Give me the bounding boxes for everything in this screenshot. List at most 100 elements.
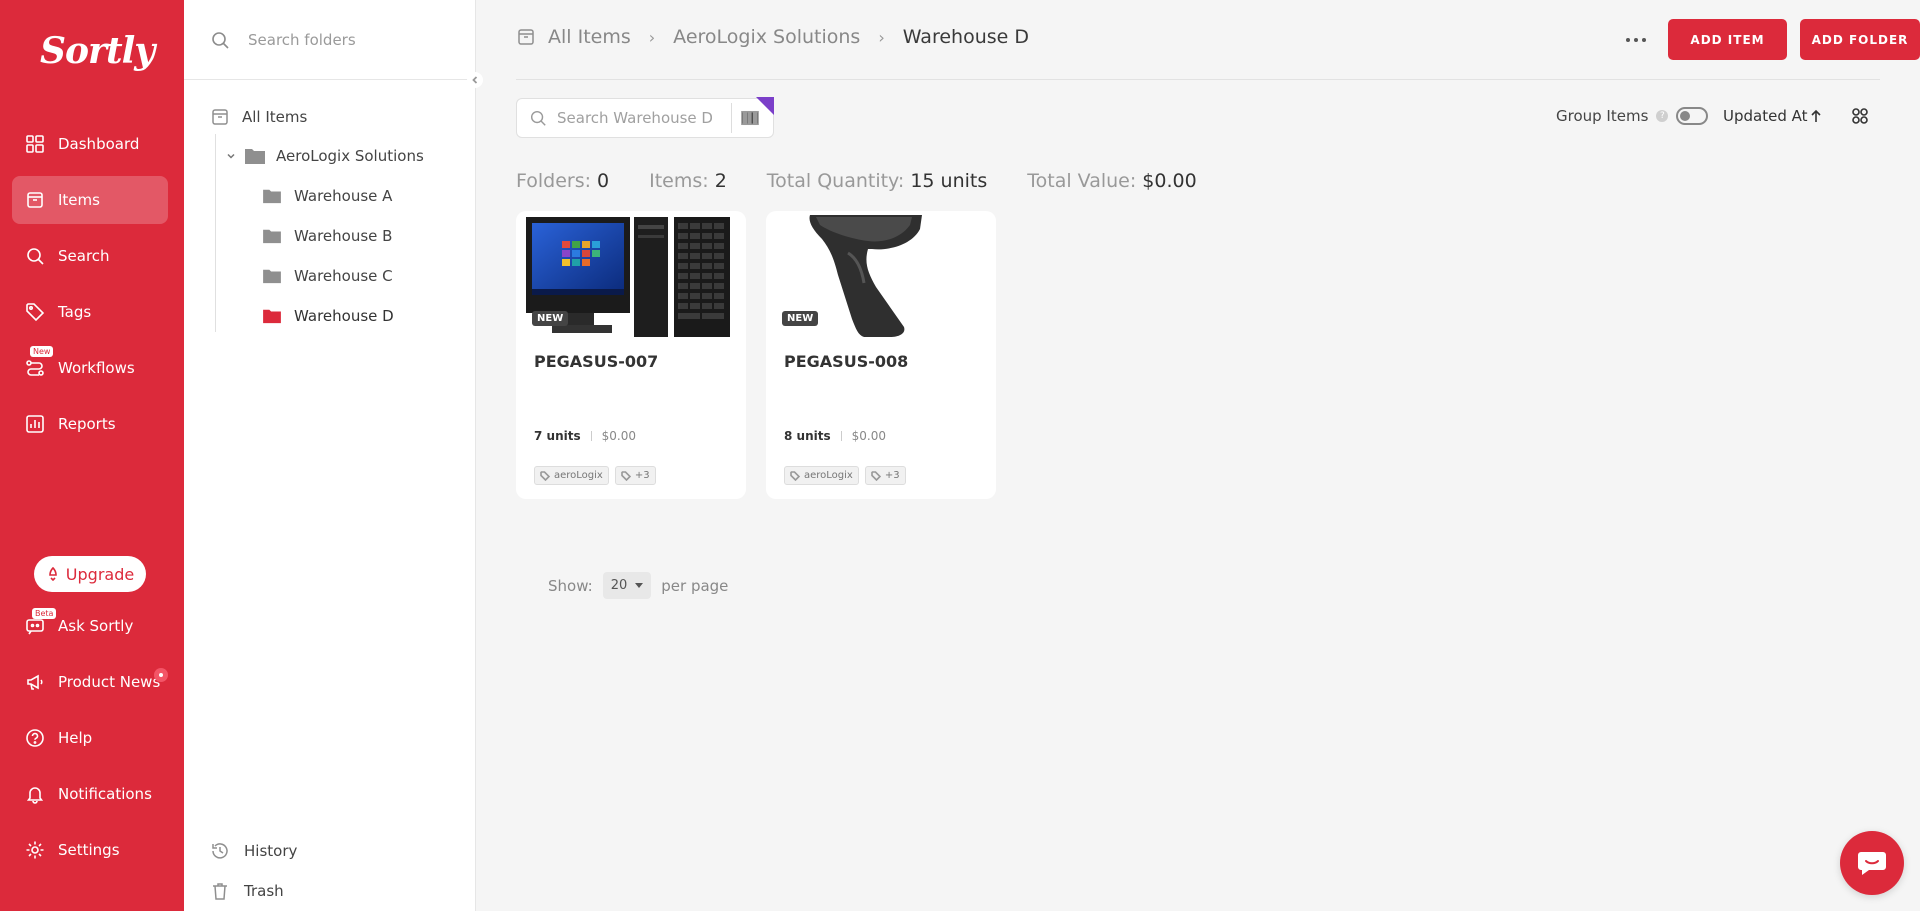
nav-label: Notifications [58,785,152,803]
history-icon [212,843,228,859]
item-meta: 8 units $0.00 [784,429,886,443]
group-items-toggle[interactable] [1676,107,1709,125]
grid-view-icon [1852,108,1868,124]
search-icon [530,110,546,126]
upgrade-corner-badge [756,97,774,115]
help-icon[interactable]: ? [1656,110,1669,122]
pagination: Show: 20 per page [548,572,728,599]
items-icon [518,29,534,45]
item-card[interactable]: NEW PEGASUS-007 7 units $0.00 aeroLogix … [516,211,746,499]
nav-label: Tags [58,303,92,321]
folder-search-input[interactable] [248,30,448,49]
tag-chip[interactable]: aeroLogix [534,466,609,485]
breadcrumb-all-items[interactable]: All Items [548,26,631,48]
tree-item-warehouse-d[interactable]: Warehouse D [262,307,394,325]
unread-dot [154,668,168,682]
nav-item-help[interactable]: Help [12,714,168,762]
nav-item-product-news[interactable]: Product News [12,658,168,706]
new-badge: NEW [782,311,819,326]
tree-item-warehouse-a[interactable]: Warehouse A [262,187,392,205]
tag-label: aeroLogix [554,470,603,481]
chat-bubble-icon [1858,852,1886,875]
arrow-up-icon [1810,109,1821,122]
folder-icon [263,309,281,324]
tag-icon [621,470,631,481]
more-options-button[interactable] [1620,24,1652,56]
tree-item-all-items[interactable]: All Items [210,107,307,127]
folder-icon [245,149,265,164]
tag-label: +3 [884,470,900,481]
nav-label: Search [58,247,110,265]
upgrade-label: Upgrade [65,564,135,584]
grid-view-button[interactable] [1850,106,1870,130]
per-page-select[interactable]: 20 [602,572,652,599]
sortly-logo[interactable]: Sortly [40,30,155,72]
folder-icon [263,269,281,284]
barcode-scan-button[interactable] [731,97,774,133]
pager-per-page-label: per page [661,576,729,595]
tree-item-aerologix[interactable]: AeroLogix Solutions [226,147,424,165]
dashboard-icon [24,133,46,155]
main-content: All Items › AeroLogix Solutions › Wareho… [476,0,1920,911]
workflows-icon [24,357,46,379]
caret-down-icon [635,583,644,588]
nav-item-reports[interactable]: Reports [12,400,168,448]
support-chat-button[interactable] [1840,831,1904,895]
trash-link[interactable]: Trash [210,881,284,901]
tag-label: aeroLogix [804,470,853,481]
chevron-down-icon[interactable] [226,151,236,161]
search-icon [24,245,46,267]
breadcrumb: All Items › AeroLogix Solutions › Wareho… [516,26,1029,48]
item-search-input[interactable] [557,109,717,127]
chevron-right-icon: › [878,27,885,47]
tree-label: Warehouse C [294,267,393,285]
tag-label: +3 [634,470,650,481]
add-item-button[interactable]: ADD ITEM [1668,19,1787,60]
header-bar: All Items › AeroLogix Solutions › Wareho… [516,0,1920,80]
tag-icon [24,301,46,323]
nav-item-search[interactable]: Search [12,232,168,280]
breadcrumb-aerologix[interactable]: AeroLogix Solutions [673,26,860,48]
tree-label: Warehouse D [294,307,394,325]
tree-item-warehouse-c[interactable]: Warehouse C [262,267,393,285]
nav-item-tags[interactable]: Tags [12,288,168,336]
add-folder-button[interactable]: ADD FOLDER [1800,19,1920,60]
nav-item-settings[interactable]: Settings [12,826,168,874]
nav-item-dashboard[interactable]: Dashboard [12,120,168,168]
tree-label: Warehouse A [294,187,393,205]
sort-button[interactable]: Updated At [1723,107,1822,125]
more-tags-chip[interactable]: +3 [614,466,656,485]
divider [590,431,592,441]
nav-label: Product News [58,673,161,691]
item-card[interactable]: NEW PEGASUS-008 8 units $0.00 aeroLogix … [766,211,996,499]
reports-icon [24,413,46,435]
tree-label: AeroLogix Solutions [276,147,424,165]
group-items-label: Group Items [1556,107,1649,125]
nav-item-workflows[interactable]: New Workflows [12,344,168,392]
upgrade-button[interactable]: Upgrade [34,556,146,592]
pager-show-label: Show: [548,576,593,595]
more-tags-chip[interactable]: +3 [864,466,906,485]
trash-label: Trash [244,882,284,900]
nav-item-ask-sortly[interactable]: Beta Ask Sortly [12,602,168,650]
tag-chip[interactable]: aeroLogix [784,466,859,485]
tree-item-warehouse-b[interactable]: Warehouse B [262,227,392,245]
summary-value: 2 [714,170,727,192]
main-nav: Sortly Dashboard Items Search Tags New W… [0,0,184,911]
item-quantity: 7 units [534,429,581,443]
history-link[interactable]: History [210,841,297,861]
tree-label: Warehouse B [294,227,393,245]
nav-item-notifications[interactable]: Notifications [12,770,168,818]
summary-value: 0 [597,170,610,192]
item-search [516,97,774,138]
trash-icon [213,883,227,900]
summary-value: $0.00 [1142,170,1197,192]
item-tags: aeroLogix +3 [784,466,912,485]
gear-icon [24,839,46,861]
item-quantity: 8 units [784,429,831,443]
summary-value-total: Total Value: $0.00 [1027,170,1196,192]
item-meta: 7 units $0.00 [534,429,636,443]
nav-item-items[interactable]: Items [12,176,168,224]
summary-label: Items: [649,170,709,192]
summary-label: Total Quantity: [766,170,905,192]
